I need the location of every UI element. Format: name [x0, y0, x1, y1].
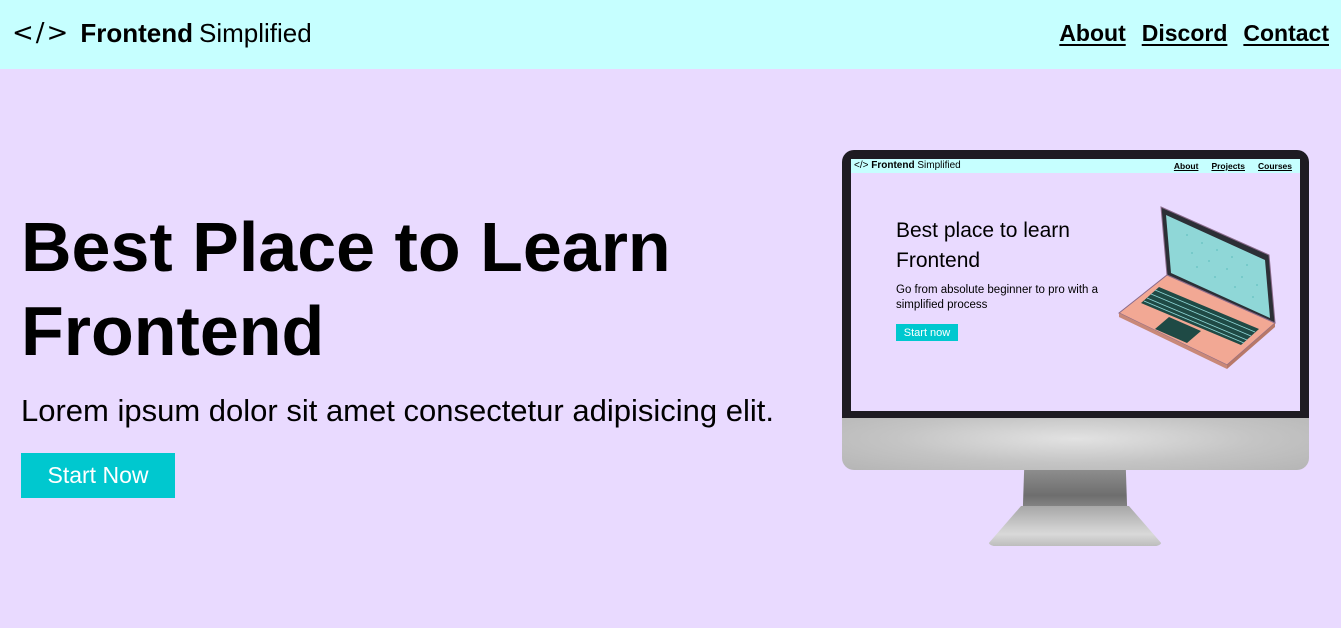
start-now-button[interactable]: Start Now — [21, 453, 175, 498]
nav-link-contact[interactable]: Contact — [1243, 20, 1329, 47]
mini-navbar: </> Frontend Simplified About Projects C… — [851, 159, 1300, 173]
nav-link-about[interactable]: About — [1059, 20, 1125, 47]
nav-links: About Discord Contact — [1059, 20, 1329, 47]
monitor-icon: </> Frontend Simplified About Projects C… — [842, 150, 1309, 470]
mini-link-projects: Projects — [1211, 161, 1245, 171]
mini-brand-bold: Frontend — [871, 160, 915, 171]
mini-brand-light: Simplified — [917, 160, 961, 171]
monitor-stand-base — [988, 506, 1162, 546]
laptop-icon — [1118, 206, 1276, 369]
mini-hero-title: Best place to learn Frontend — [896, 219, 1070, 272]
mini-link-courses: Courses — [1257, 161, 1292, 171]
brand-logo[interactable]: </> Frontend Simplified — [12, 16, 312, 50]
monitor-chin — [842, 418, 1309, 470]
monitor-screen: </> Frontend Simplified About Projects C… — [851, 159, 1300, 411]
nav-link-discord[interactable]: Discord — [1142, 20, 1228, 47]
code-brackets-icon: </> — [12, 18, 71, 48]
mini-link-about: About — [1173, 161, 1199, 171]
hero-title: Best Place to Learn Frontend — [21, 208, 671, 370]
mini-start-now-button: Start now — [896, 324, 958, 341]
mini-brand-logo: </> Frontend Simplified — [854, 160, 961, 171]
navbar: </> Frontend Simplified About Discord Co… — [0, 0, 1341, 69]
brand-name-bold: Frontend — [80, 17, 193, 48]
mini-nav-links: About Projects Courses — [1174, 161, 1292, 171]
mini-code-brackets-icon: </> — [854, 160, 869, 171]
brand-name-light: Simplified — [199, 17, 312, 48]
monitor-bezel: </> Frontend Simplified About Projects C… — [842, 150, 1309, 418]
mini-hero-subtitle: Go from absolute beginner to pro with a … — [896, 284, 1099, 311]
hero-subtitle: Lorem ipsum dolor sit amet consectetur a… — [21, 393, 774, 428]
